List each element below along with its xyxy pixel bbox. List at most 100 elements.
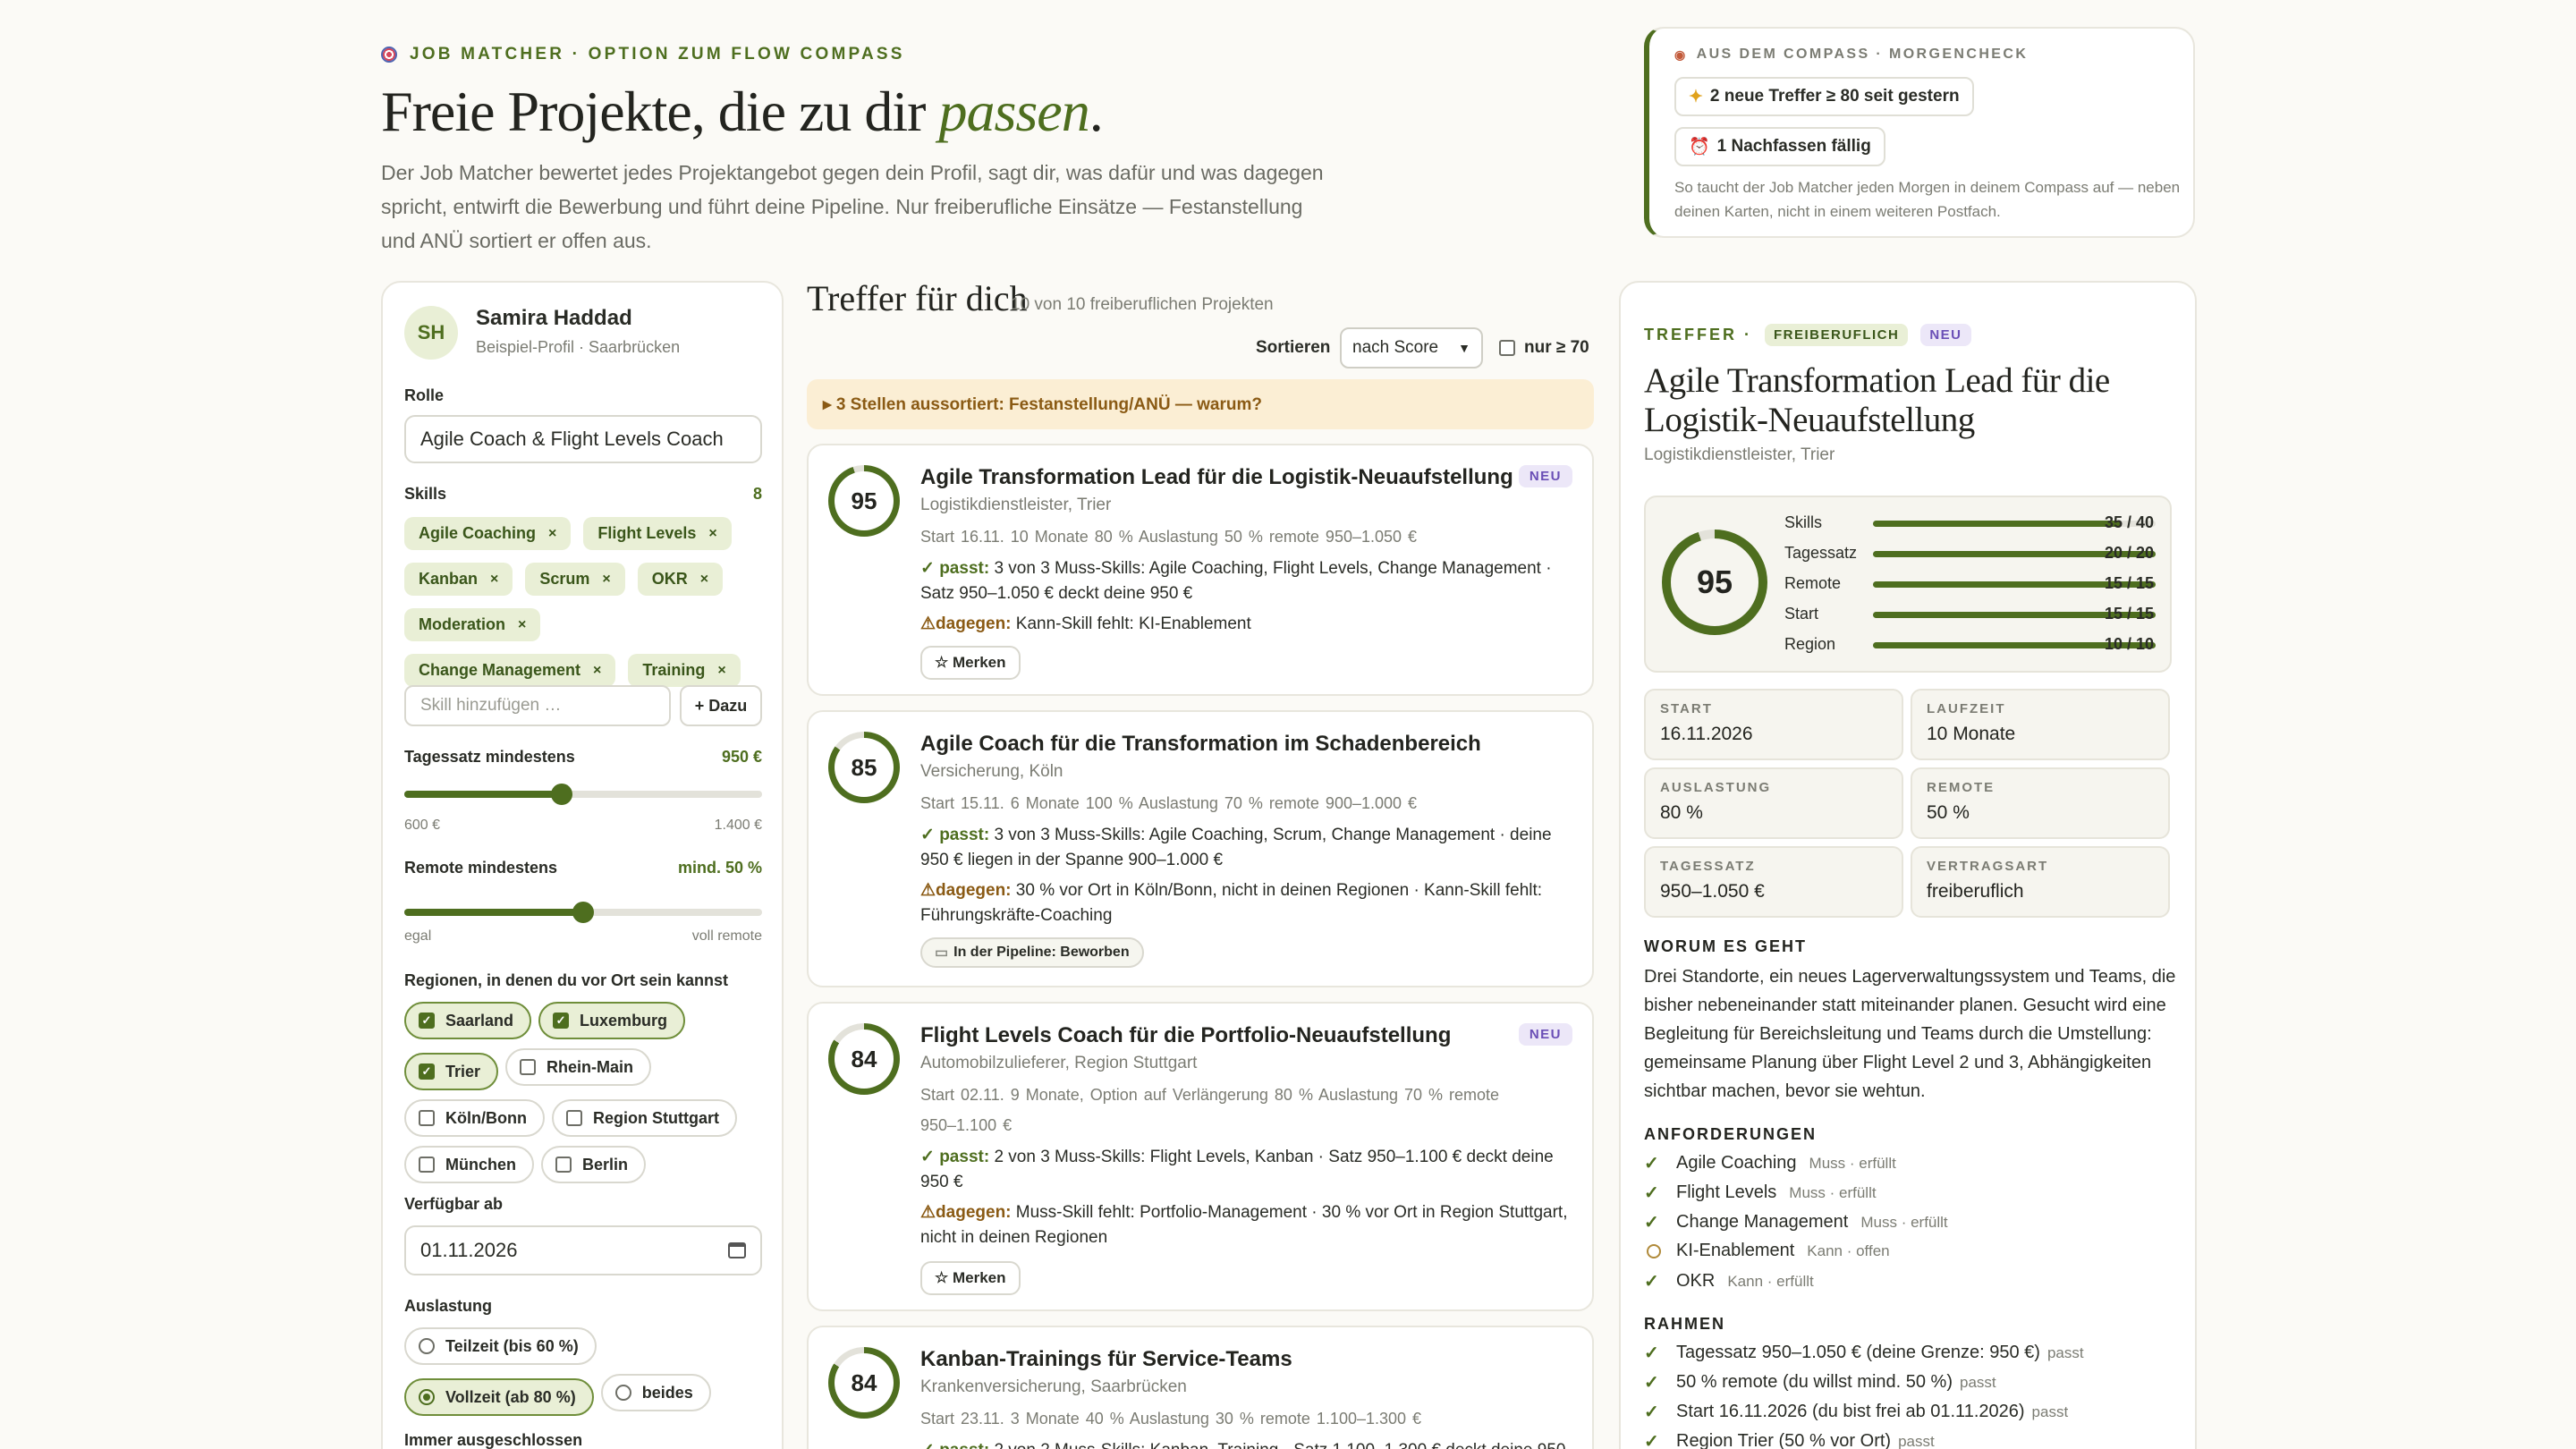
job-company: Versicherung, Köln: [920, 762, 1063, 781]
checkbox-icon: ✓: [553, 1013, 570, 1029]
job-card[interactable]: 85 Agile Coach für die Transformation im…: [807, 710, 1594, 987]
remove-icon[interactable]: ×: [518, 617, 526, 633]
role-input[interactable]: Agile Coach & Flight Levels Coach: [404, 415, 762, 463]
slider-handle[interactable]: [572, 902, 594, 923]
detail-score-ring: 95: [1662, 530, 1767, 635]
excluded-label: Immer ausgeschlossen: [404, 1431, 583, 1449]
fact-rate: TAGESSATZ 950–1.050 €: [1644, 846, 1903, 918]
check-icon: ✓: [1644, 1154, 1659, 1174]
pipeline-status-button[interactable]: ▭ In der Pipeline: Beworben: [920, 937, 1144, 968]
check-icon: ✓: [1644, 1373, 1659, 1393]
requirement-item: ✓ Agile Coaching Muss · erfüllt: [1644, 1153, 1896, 1174]
remove-icon[interactable]: ×: [490, 572, 498, 588]
load-label: Auslastung: [404, 1297, 493, 1315]
region-toggle[interactable]: Köln/Bonn: [404, 1099, 545, 1137]
checkbox-icon: [565, 1110, 582, 1126]
breakdown-label: Start: [1784, 605, 1819, 623]
requirement-item: ✓ OKR Kann · erfüllt: [1644, 1271, 1814, 1292]
fact-start: START 16.11.2026: [1644, 689, 1903, 760]
job-title[interactable]: Agile Transformation Lead für die Logist…: [920, 465, 1513, 490]
rate-value: 950 €: [721, 748, 762, 766]
frame-item: ✓ Region Trier (50 % vor Ort) passt: [1644, 1430, 1935, 1449]
region-toggle[interactable]: ✓ Trier: [404, 1053, 499, 1090]
skill-chip[interactable]: Agile Coaching ×: [404, 517, 572, 550]
frame-heading: RAHMEN: [1644, 1315, 1725, 1333]
rate-label: Tagessatz mindestens: [404, 748, 575, 766]
filter-min-score[interactable]: nur ≥ 70: [1499, 338, 1589, 358]
rate-min: 600 €: [404, 818, 441, 833]
skill-chip[interactable]: Kanban ×: [404, 563, 513, 596]
profile-sub: Beispiel-Profil · Saarbrücken: [476, 338, 681, 356]
job-title[interactable]: Agile Coach für die Transformation im Sc…: [920, 732, 1481, 757]
job-title[interactable]: Flight Levels Coach für die Portfolio-Ne…: [920, 1023, 1451, 1048]
check-icon: ✓: [1644, 1213, 1659, 1233]
checkbox-icon[interactable]: [1499, 340, 1515, 356]
sorted-out-notice[interactable]: ▸ 3 Stellen aussortiert: Festanstellung/…: [807, 379, 1594, 429]
skill-chip[interactable]: Scrum ×: [525, 563, 625, 596]
skill-chip[interactable]: OKR ×: [637, 563, 724, 596]
region-toggle[interactable]: Berlin: [541, 1146, 647, 1183]
skill-chip[interactable]: Moderation ×: [404, 608, 541, 641]
skill-add-input[interactable]: Skill hinzufügen …: [404, 685, 671, 726]
skills-label: Skills: [404, 485, 447, 503]
score-ring: 84: [828, 1347, 900, 1419]
remove-icon[interactable]: ×: [717, 663, 725, 679]
score-ring: 85: [828, 732, 900, 803]
bookmark-button[interactable]: ☆ Merken: [920, 1261, 1021, 1295]
load-radio[interactable]: Teilzeit (bis 60 %): [404, 1327, 597, 1365]
fact-contract: VERTRAGSART freiberuflich: [1911, 846, 2170, 918]
load-radio[interactable]: beides: [600, 1374, 711, 1411]
checkbox-icon: [419, 1157, 435, 1173]
check-icon: ✓: [1644, 1343, 1659, 1363]
remove-icon[interactable]: ×: [708, 526, 716, 542]
region-toggle[interactable]: München: [404, 1146, 534, 1183]
region-toggle[interactable]: Region Stuttgart: [551, 1099, 737, 1137]
skill-chip[interactable]: Change Management ×: [404, 654, 616, 687]
requirement-item: ✓ Change Management Muss · erfüllt: [1644, 1212, 1948, 1233]
detail-company: Logistikdienstleister, Trier: [1644, 445, 1835, 464]
avatar: SH: [404, 306, 458, 360]
remote-min: egal: [404, 928, 432, 944]
slider-fill: [404, 791, 562, 798]
remove-icon[interactable]: ×: [548, 526, 556, 542]
compass-badge-new-matches[interactable]: ✦ 2 neue Treffer ≥ 80 seit gestern: [1674, 77, 1974, 116]
fact-duration: LAUFZEIT 10 Monate: [1911, 689, 2170, 760]
compass-badge-followup[interactable]: ⏰ 1 Nachfassen fällig: [1674, 127, 1885, 166]
job-card[interactable]: 84 Flight Levels Coach für die Portfolio…: [807, 1002, 1594, 1311]
radio-icon: [614, 1385, 631, 1401]
breakdown-label: Remote: [1784, 574, 1842, 592]
skill-add-button[interactable]: + Dazu: [680, 685, 762, 726]
remove-icon[interactable]: ×: [700, 572, 708, 588]
availability-date-input[interactable]: 01.11.2026: [404, 1225, 762, 1275]
requirements-heading: ANFORDERUNGEN: [1644, 1125, 1818, 1143]
job-meta-rate: 950–1.100 €: [920, 1116, 1013, 1134]
job-title[interactable]: Kanban-Trainings für Service-Teams: [920, 1347, 1292, 1372]
load-radio[interactable]: Vollzeit (ab 80 %): [404, 1378, 594, 1416]
compass-card: ◉ AUS DEM COMPASS · MORGENCHECK ✦ 2 neue …: [1644, 27, 2195, 238]
sort-select[interactable]: nach Score ▼: [1340, 327, 1483, 369]
skill-chips: Agile Coaching × Flight Levels × Kanban × Scr…: [404, 517, 771, 699]
slider-handle[interactable]: [551, 784, 572, 805]
bookmark-button[interactable]: ☆ Merken: [920, 646, 1021, 680]
check-icon: ✓: [1644, 1183, 1659, 1203]
page-title: Freie Projekte, die zu dir passen.: [381, 80, 1104, 143]
skill-chip[interactable]: Flight Levels ×: [583, 517, 732, 550]
remove-icon[interactable]: ×: [602, 572, 610, 588]
calendar-icon[interactable]: [728, 1242, 746, 1258]
job-card[interactable]: 95 Agile Transformation Lead für die Log…: [807, 444, 1594, 696]
region-toggle[interactable]: ✓ Saarland: [404, 1002, 532, 1039]
region-toggle[interactable]: Rhein-Main: [505, 1048, 652, 1086]
checkbox-icon: [520, 1059, 537, 1075]
rate-slider[interactable]: [404, 784, 762, 805]
job-card[interactable]: 84 Kanban-Trainings für Service-Teams Kr…: [807, 1326, 1594, 1449]
skill-chip[interactable]: Training ×: [628, 654, 741, 687]
job-company: Logistikdienstleister, Trier: [920, 496, 1112, 514]
compass-eyebrow: ◉ AUS DEM COMPASS · MORGENCHECK: [1674, 47, 2029, 62]
remote-slider[interactable]: [404, 902, 762, 923]
remove-icon[interactable]: ×: [593, 663, 601, 679]
region-toggles: ✓ Saarland ✓ Luxemburg ✓ Trier Rhein-Main Köl…: [404, 1002, 780, 1192]
check-icon: ✓: [1644, 1432, 1659, 1449]
sparkle-icon: ✦: [1689, 87, 1703, 106]
region-toggle[interactable]: ✓ Luxemburg: [538, 1002, 686, 1039]
breakdown-value: 35 / 40: [2104, 513, 2154, 531]
